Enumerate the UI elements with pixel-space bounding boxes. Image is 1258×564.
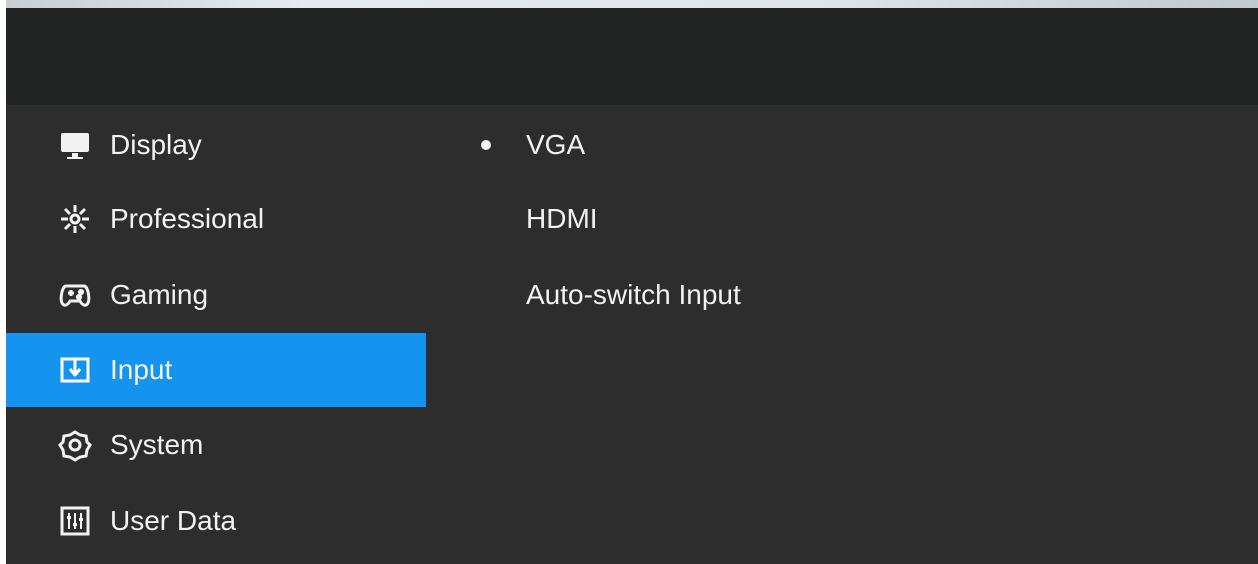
top-highlight-bar: [6, 0, 1258, 8]
sidebar-item-label: System: [110, 429, 204, 460]
option-label: VGA: [526, 129, 586, 160]
input-options-panel: VGA HDMI Auto-switch Input: [481, 105, 1226, 405]
option-vga[interactable]: VGA: [481, 108, 586, 182]
sidebar-item-user-data[interactable]: User Data: [6, 484, 426, 558]
sidebar: Display Professional Gaming Input System: [6, 105, 426, 564]
sidebar-item-professional[interactable]: Professional: [6, 182, 426, 256]
option-label: Auto-switch Input: [526, 279, 741, 310]
monitor-icon: [56, 126, 94, 164]
sidebar-item-label: Display: [110, 129, 202, 160]
option-auto-switch-input[interactable]: Auto-switch Input: [526, 258, 741, 332]
option-label: HDMI: [526, 203, 598, 234]
sidebar-item-display[interactable]: Display: [6, 108, 426, 182]
sidebar-item-system[interactable]: System: [6, 408, 426, 482]
sidebar-item-input[interactable]: Input: [6, 333, 426, 407]
sidebar-item-gaming[interactable]: Gaming: [6, 258, 426, 332]
snowflake-icon: [56, 200, 94, 238]
sliders-icon: [56, 502, 94, 540]
sidebar-item-label: Input: [110, 354, 173, 385]
gear-icon: [56, 426, 94, 464]
sidebar-item-label: User Data: [110, 505, 237, 536]
osd-menu: Display Professional Gaming Input System: [6, 0, 1258, 564]
gamepad-icon: [56, 276, 94, 314]
sidebar-item-label: Gaming: [110, 279, 209, 310]
option-hdmi[interactable]: HDMI: [526, 182, 598, 256]
menu-header: [6, 8, 1258, 105]
selected-bullet-icon: [481, 140, 491, 150]
input-icon: [56, 351, 94, 389]
sidebar-item-label: Professional: [110, 203, 265, 234]
